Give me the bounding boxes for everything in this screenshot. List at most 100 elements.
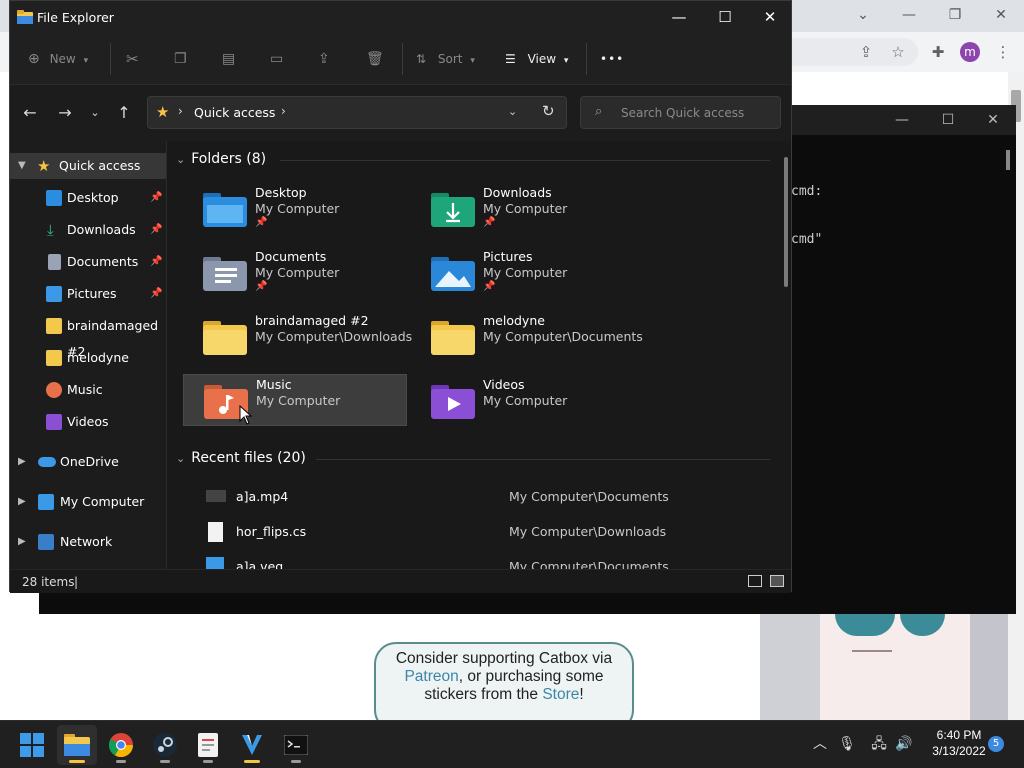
see-more-button[interactable]: ••• (600, 49, 624, 69)
close-button[interactable]: ✕ (747, 1, 793, 33)
chrome-tab-search-icon[interactable]: ⌄ (840, 2, 886, 28)
back-arrow-icon[interactable]: ← (18, 102, 42, 124)
view-button[interactable]: ☰ View ▾ (505, 49, 568, 69)
chevron-right-icon[interactable]: ▶ (18, 489, 26, 515)
sidebar-item-melodyne[interactable]: melodyne (10, 345, 166, 371)
status-separator: | (74, 575, 79, 589)
divider (402, 43, 403, 75)
folder-tile-documents[interactable]: Documents My Computer 📌 (183, 247, 407, 299)
recent-files-section-header[interactable]: ⌄ Recent files (20) (176, 450, 306, 466)
chrome-restore-button[interactable]: ❐ (932, 2, 978, 28)
item-count: 28 items (22, 575, 75, 589)
vegas-file-icon (206, 557, 224, 569)
pin-icon[interactable]: 📌 (150, 217, 162, 243)
tiles-view-icon[interactable] (770, 575, 784, 587)
chevron-down-icon: ⌄ (176, 452, 186, 465)
sidebar-item-music[interactable]: Music (10, 377, 166, 403)
pin-icon: 📌 (255, 281, 268, 292)
new-button[interactable]: ⊕ New ▾ (28, 49, 88, 69)
rename-icon[interactable]: ▭ (270, 49, 283, 69)
anime-illustration (760, 614, 1008, 720)
search-box[interactable]: ⌕ Search Quick access (580, 96, 781, 129)
details-view-icon[interactable] (748, 575, 762, 587)
chevron-down-icon[interactable]: ▼ (18, 153, 26, 179)
notification-badge[interactable]: 5 (988, 736, 1004, 752)
recent-locations-chevron-icon[interactable]: ⌄ (83, 102, 107, 124)
chevron-down-icon: ▾ (563, 56, 569, 66)
chevron-right-icon[interactable]: ▶ (18, 449, 26, 475)
taskbar-notepad[interactable] (188, 725, 228, 765)
copy-icon[interactable]: ❐ (174, 49, 187, 69)
refresh-icon[interactable]: ↻ (542, 102, 555, 120)
sidebar-item-braindamaged[interactable]: braindamaged #2 (10, 313, 166, 359)
status-bar: 28 items | (10, 569, 791, 593)
sidebar-item-documents[interactable]: Documents 📌 (10, 249, 166, 275)
documents-folder-icon (203, 257, 247, 291)
profile-avatar[interactable]: m (960, 42, 980, 62)
file-explorer-icon (64, 734, 90, 756)
content-scrollbar[interactable] (784, 157, 788, 287)
sidebar-item-desktop[interactable]: Desktop 📌 (10, 185, 166, 211)
folder-tile-braindamaged[interactable]: braindamaged #2 My Computer\Downloads (183, 311, 412, 363)
delete-icon[interactable]: 🗑 (366, 49, 384, 69)
maximize-button[interactable]: ☐ (702, 1, 748, 33)
bookmark-star-icon[interactable]: ☆ (888, 42, 908, 62)
sidebar-item-pictures[interactable]: Pictures 📌 (10, 281, 166, 307)
cut-icon[interactable]: ✂ (126, 49, 139, 69)
breadcrumb-separator: › (281, 104, 286, 118)
start-button[interactable] (12, 725, 52, 765)
terminal-maximize-button[interactable]: ☐ (925, 107, 971, 133)
pin-icon[interactable]: 📌 (150, 249, 162, 275)
taskbar-steam[interactable] (145, 725, 185, 765)
pin-icon[interactable]: 📌 (150, 281, 162, 307)
sidebar-item-quick-access[interactable]: ▼ ★ Quick access (10, 153, 166, 179)
address-bar[interactable]: ★ › Quick access › ⌄ ↻ (147, 96, 567, 129)
taskbar-chrome[interactable] (101, 725, 141, 765)
volume-icon[interactable]: 🔊 (895, 735, 913, 753)
taskbar-terminal[interactable] (276, 725, 316, 765)
sort-button[interactable]: ⇅ Sort ▾ (416, 49, 475, 69)
recent-file-row[interactable]: a]a.veg My Computer\Documents (168, 549, 778, 569)
taskbar-file-explorer[interactable] (57, 725, 97, 765)
recent-file-row[interactable]: hor_flips.cs My Computer\Downloads (168, 514, 778, 548)
patreon-link[interactable]: Patreon (404, 668, 458, 685)
terminal-scrollbar[interactable] (1006, 150, 1010, 170)
folder-tile-music[interactable]: Music My Computer (183, 374, 407, 426)
sidebar-item-downloads[interactable]: ⤓ Downloads 📌 (10, 217, 166, 243)
forward-arrow-icon[interactable]: → (53, 102, 77, 124)
folder-tile-videos[interactable]: Videos My Computer (411, 375, 635, 427)
sidebar-item-videos[interactable]: Videos (10, 409, 166, 435)
terminal-minimize-button[interactable]: — (879, 107, 925, 133)
folder-tile-pictures[interactable]: Pictures My Computer 📌 (411, 247, 635, 299)
microphone-icon[interactable]: 🎙 (838, 735, 856, 753)
chrome-menu-icon[interactable]: ⋮ (993, 42, 1013, 62)
address-dropdown-chevron-icon[interactable]: ⌄ (508, 105, 517, 118)
show-hidden-icons-chevron-icon[interactable]: ︿ (811, 735, 829, 753)
store-link[interactable]: Store (542, 686, 579, 703)
recent-file-row[interactable]: a]a.mp4 My Computer\Documents (168, 479, 778, 513)
pin-icon[interactable]: 📌 (150, 185, 162, 211)
sidebar-item-my-computer[interactable]: ▶ My Computer (10, 489, 166, 515)
folder-tile-melodyne[interactable]: melodyne My Computer\Documents (411, 311, 643, 363)
sidebar-item-onedrive[interactable]: ▶ OneDrive (10, 449, 166, 475)
file-name: a]a.mp4 (236, 489, 289, 504)
sidebar-item-network[interactable]: ▶ Network (10, 529, 166, 555)
up-arrow-icon[interactable]: ↑ (112, 102, 136, 124)
folders-section-header[interactable]: ⌄ Folders (8) (176, 151, 266, 167)
breadcrumb-location[interactable]: Quick access (194, 105, 275, 120)
notepad-icon (198, 733, 218, 757)
chrome-minimize-button[interactable]: — (886, 2, 932, 28)
minimize-button[interactable]: — (656, 1, 702, 33)
taskbar-vegas[interactable] (232, 725, 272, 765)
paste-icon[interactable]: ▤ (222, 49, 235, 69)
folder-tile-downloads[interactable]: Downloads My Computer 📌 (411, 183, 635, 235)
folder-tile-desktop[interactable]: Desktop My Computer 📌 (183, 183, 407, 235)
taskbar-clock[interactable]: 6:40 PM 3/13/2022 (920, 727, 998, 759)
share-icon[interactable]: ⇪ (856, 42, 876, 62)
chrome-close-button[interactable]: ✕ (978, 2, 1024, 28)
share-icon[interactable]: ⇪ (318, 49, 330, 69)
network-icon[interactable]: 🖧 (870, 735, 888, 753)
extensions-icon[interactable]: ✚ (928, 42, 948, 62)
terminal-close-button[interactable]: ✕ (970, 107, 1016, 133)
chevron-right-icon[interactable]: ▶ (18, 529, 26, 555)
